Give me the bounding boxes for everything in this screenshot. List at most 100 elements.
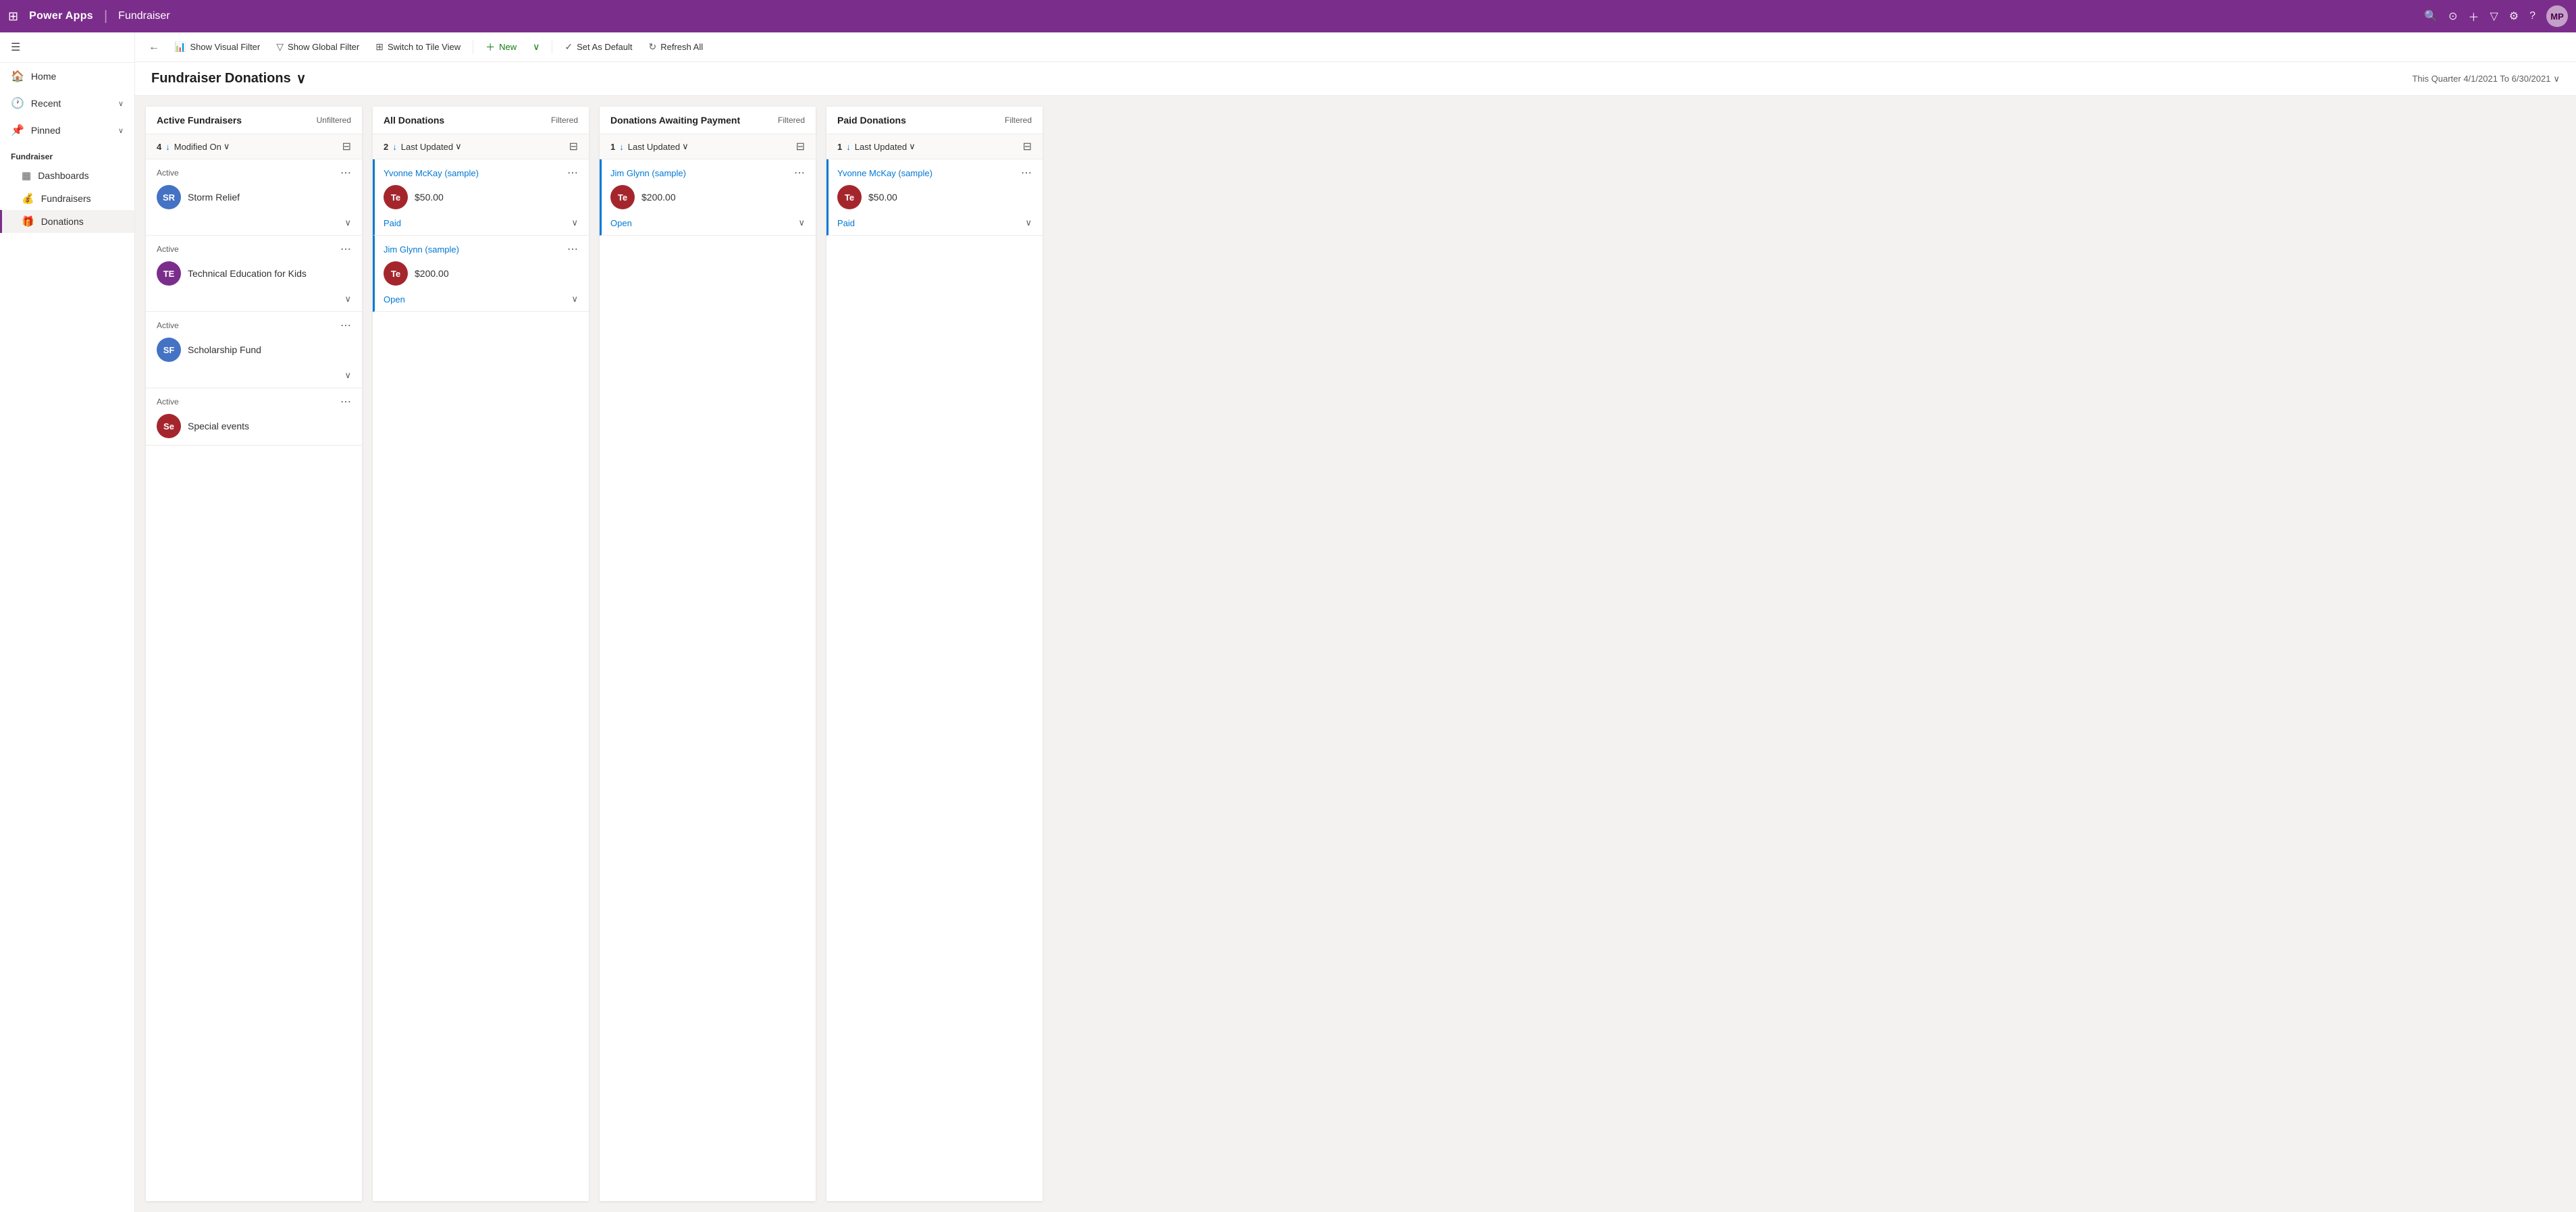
help-icon[interactable]: ? bbox=[2529, 10, 2535, 22]
card-expand-technical-education[interactable]: ∨ bbox=[344, 294, 351, 305]
card-status-link-yvonne-donation[interactable]: Paid bbox=[384, 218, 401, 228]
card-bottom-scholarship-fund: ∨ bbox=[157, 367, 351, 381]
card-body-scholarship-fund: SF Scholarship Fund bbox=[157, 338, 351, 362]
avatar-yvonne-donation: Te bbox=[384, 185, 408, 209]
card-scholarship-fund: Active ⋯ SF Scholarship Fund bbox=[146, 312, 362, 388]
sidebar-item-home[interactable]: 🏠 Home bbox=[0, 63, 134, 90]
col-view-toggle-donations[interactable]: ⊟ bbox=[569, 140, 578, 153]
card-menu-jim-awaiting[interactable]: ⋯ bbox=[794, 166, 805, 180]
col-sort-arrow-donations[interactable]: ↓ bbox=[392, 142, 397, 152]
col-sort-field-awaiting[interactable]: Last Updated ∨ bbox=[628, 141, 689, 152]
switch-tile-view-button[interactable]: ⊞ Switch to Tile View bbox=[369, 37, 467, 57]
card-amount-jim-awaiting: $200.00 bbox=[641, 192, 676, 203]
card-expand-jim-donation[interactable]: ∨ bbox=[571, 294, 578, 305]
search-icon[interactable]: 🔍 bbox=[2424, 9, 2438, 23]
card-storm-relief: Active ⋯ SR Storm Relief bbox=[146, 159, 362, 236]
recent-chevron-icon: ∨ bbox=[118, 99, 124, 108]
avatar-technical-education: TE bbox=[157, 261, 181, 286]
settings-icon[interactable]: ⚙ bbox=[2509, 9, 2519, 23]
col-header-active-fundraisers: Active Fundraisers Unfiltered bbox=[146, 107, 362, 134]
col-header-all-donations: All Donations Filtered bbox=[373, 107, 589, 134]
col-count-awaiting-payment: 1 bbox=[610, 142, 615, 152]
filter-icon[interactable]: ▽ bbox=[2490, 9, 2498, 23]
nav-divider: | bbox=[104, 9, 107, 24]
hamburger-button[interactable]: ☰ bbox=[0, 32, 134, 63]
new-chevron-button[interactable]: ∨ bbox=[526, 37, 546, 57]
show-visual-filter-button[interactable]: 📊 Show Visual Filter bbox=[167, 37, 267, 57]
card-amount-yvonne-donation: $50.00 bbox=[415, 192, 444, 203]
set-default-button[interactable]: ✓ Set As Default bbox=[558, 37, 639, 57]
waffle-icon[interactable]: ⊞ bbox=[8, 9, 18, 24]
col-view-toggle-awaiting[interactable]: ⊟ bbox=[796, 140, 805, 153]
card-menu-storm-relief[interactable]: ⋯ bbox=[340, 166, 351, 180]
col-sort-field-active[interactable]: Modified On ∨ bbox=[174, 141, 230, 152]
show-global-filter-button[interactable]: ▽ Show Global Filter bbox=[269, 37, 366, 57]
kanban-board: Active Fundraisers Unfiltered 4 ↓ Modifi… bbox=[135, 96, 2576, 1212]
card-status-link-yvonne-paid[interactable]: Paid bbox=[837, 218, 855, 228]
sidebar-recent-label: Recent bbox=[31, 98, 61, 109]
card-donor-yvonne-donation[interactable]: Yvonne McKay (sample) bbox=[384, 168, 479, 178]
avatar-jim-donation: Te bbox=[384, 261, 408, 286]
card-status-scholarship-fund: Active bbox=[157, 321, 179, 330]
card-status-link-jim-donation[interactable]: Open bbox=[384, 294, 405, 305]
card-expand-yvonne-paid[interactable]: ∨ bbox=[1025, 217, 1032, 228]
card-top-storm-relief: Active ⋯ bbox=[157, 166, 351, 180]
col-filter-paid-donations: Filtered bbox=[1005, 115, 1032, 125]
refresh-all-button[interactable]: ↻ Refresh All bbox=[642, 37, 710, 57]
card-name-special-events[interactable]: Special events bbox=[188, 421, 249, 431]
sidebar-item-pinned[interactable]: 📌 Pinned ∨ bbox=[0, 117, 134, 144]
sort-field-text-active: Modified On bbox=[174, 142, 221, 152]
card-top-yvonne-donation: Yvonne McKay (sample) ⋯ bbox=[384, 166, 578, 180]
kanban-col-active-fundraisers: Active Fundraisers Unfiltered 4 ↓ Modifi… bbox=[146, 107, 362, 1201]
user-avatar[interactable]: MP bbox=[2546, 5, 2568, 27]
add-icon[interactable]: ＋ bbox=[2468, 8, 2479, 24]
page-name: Fundraiser bbox=[118, 10, 169, 22]
col-sort-field-donations[interactable]: Last Updated ∨ bbox=[401, 141, 462, 152]
card-body-jim-donation: Te $200.00 bbox=[384, 261, 578, 286]
back-button[interactable]: ← bbox=[143, 38, 165, 56]
card-menu-technical-education[interactable]: ⋯ bbox=[340, 242, 351, 256]
card-menu-scholarship-fund[interactable]: ⋯ bbox=[340, 319, 351, 332]
view-title[interactable]: Fundraiser Donations ∨ bbox=[151, 70, 306, 87]
card-name-storm-relief[interactable]: Storm Relief bbox=[188, 192, 240, 203]
card-menu-yvonne-paid[interactable]: ⋯ bbox=[1021, 166, 1032, 180]
card-expand-storm-relief[interactable]: ∨ bbox=[344, 217, 351, 228]
sidebar-item-dashboards[interactable]: ▦ Dashboards bbox=[0, 164, 134, 187]
card-top-technical-education: Active ⋯ bbox=[157, 242, 351, 256]
card-name-scholarship-fund[interactable]: Scholarship Fund bbox=[188, 344, 261, 355]
kanban-col-all-donations: All Donations Filtered 2 ↓ Last Updated … bbox=[373, 107, 589, 1201]
top-bar: ⊞ Power Apps | Fundraiser 🔍 ⊙ ＋ ▽ ⚙ ? MP bbox=[0, 0, 2576, 32]
card-body-technical-education: TE Technical Education for Kids bbox=[157, 261, 351, 286]
card-menu-jim-donation[interactable]: ⋯ bbox=[567, 242, 578, 256]
card-name-technical-education[interactable]: Technical Education for Kids bbox=[188, 268, 307, 279]
circle-icon[interactable]: ⊙ bbox=[2448, 9, 2457, 23]
col-view-toggle-paid[interactable]: ⊟ bbox=[1023, 140, 1032, 153]
col-view-toggle-active[interactable]: ⊟ bbox=[342, 140, 351, 153]
card-expand-jim-awaiting[interactable]: ∨ bbox=[798, 217, 805, 228]
sidebar-item-fundraisers[interactable]: 💰 Fundraisers bbox=[0, 187, 134, 210]
card-bottom-jim-donation: Open ∨ bbox=[384, 291, 578, 305]
col-sort-arrow-active[interactable]: ↓ bbox=[165, 142, 170, 152]
card-donor-jim-donation[interactable]: Jim Glynn (sample) bbox=[384, 244, 459, 255]
new-button[interactable]: ＋ New bbox=[479, 36, 523, 58]
sidebar-item-recent[interactable]: 🕐 Recent ∨ bbox=[0, 90, 134, 117]
view-date-range[interactable]: This Quarter 4/1/2021 To 6/30/2021 ∨ bbox=[2412, 74, 2560, 84]
card-donor-jim-awaiting[interactable]: Jim Glynn (sample) bbox=[610, 168, 686, 178]
card-menu-yvonne-donation[interactable]: ⋯ bbox=[567, 166, 578, 180]
card-top-special-events: Active ⋯ bbox=[157, 395, 351, 409]
sidebar-donations-label: Donations bbox=[41, 216, 84, 227]
card-expand-yvonne-donation[interactable]: ∨ bbox=[571, 217, 578, 228]
col-cards-paid-donations: Yvonne McKay (sample) ⋯ Te $50.00 bbox=[826, 159, 1043, 1201]
card-status-link-jim-awaiting[interactable]: Open bbox=[610, 218, 632, 228]
card-donor-yvonne-paid[interactable]: Yvonne McKay (sample) bbox=[837, 168, 932, 178]
card-bottom-technical-education: ∨ bbox=[157, 291, 351, 305]
col-sort-field-paid[interactable]: Last Updated ∨ bbox=[855, 141, 916, 152]
card-menu-special-events[interactable]: ⋯ bbox=[340, 395, 351, 409]
col-sort-arrow-paid[interactable]: ↓ bbox=[846, 142, 851, 152]
kanban-col-awaiting-payment: Donations Awaiting Payment Filtered 1 ↓ … bbox=[600, 107, 816, 1201]
card-expand-scholarship-fund[interactable]: ∨ bbox=[344, 370, 351, 381]
sort-field-text-awaiting: Last Updated bbox=[628, 142, 680, 152]
col-sort-arrow-awaiting[interactable]: ↓ bbox=[619, 142, 624, 152]
sidebar-item-donations[interactable]: 🎁 Donations bbox=[0, 210, 134, 233]
col-count-active-fundraisers: 4 bbox=[157, 142, 161, 152]
